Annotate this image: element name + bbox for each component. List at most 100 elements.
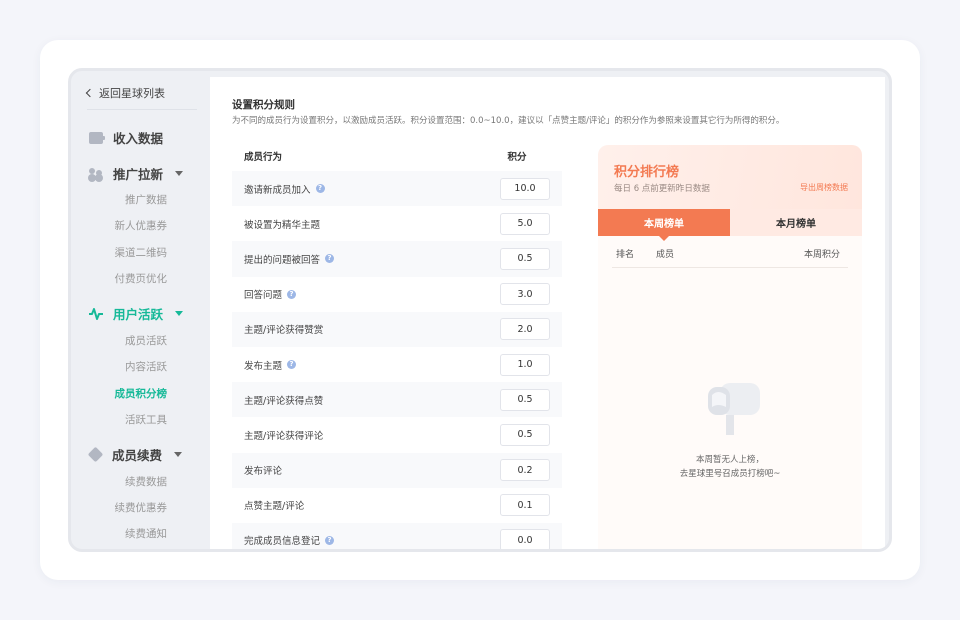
main-content: 设置积分规则 为不同的成员行为设置积分，以激励成员活跃。积分设置范围：0.0~1… [210, 77, 885, 549]
app-window: 返回星球列表 收入数据 推广拉新 推广数据 新人优惠券 渠道二维码 付费页优化 … [68, 68, 892, 552]
points-input[interactable] [500, 247, 550, 270]
sidebar-item-renewal-coupon[interactable]: 续费优惠券 [71, 500, 181, 515]
empty-state-line1: 本周暂无人上榜， [695, 455, 764, 465]
sidebar-group-renewal[interactable]: 成员续费 [87, 445, 183, 464]
rule-row: 完成成员信息登记? [232, 522, 562, 549]
empty-mailbox-icon [708, 383, 760, 435]
tab-weekly[interactable]: 本周榜单 [598, 209, 730, 241]
leaderboard-tabs: 本周榜单 本月榜单 [598, 209, 862, 241]
points-input[interactable] [500, 494, 550, 517]
sidebar-group-user-activity[interactable]: 用户活跃 [89, 304, 184, 323]
points-input[interactable] [500, 423, 550, 446]
sidebar-divider [87, 109, 197, 110]
sidebar-item-new-member-coupon[interactable]: 新人优惠券 [71, 218, 181, 233]
leaderboard-header: 积分排行榜 每日 6 点前更新昨日数据 导出周榜数据 [598, 145, 862, 209]
col-member: 成员 [656, 250, 675, 260]
caret-down-icon [174, 452, 183, 457]
rule-label: 完成成员信息登记? [232, 533, 500, 547]
rule-label-text: 主题/评论获得赞赏 [244, 325, 324, 337]
caret-down-icon [175, 311, 184, 316]
points-input[interactable] [500, 529, 550, 549]
rules-table: 成员行为 积分 邀请新成员加入?被设置为精华主题提出的问题被回答?回答问题?主题… [232, 141, 562, 549]
sidebar-item-paywall-optimize[interactable]: 付费页优化 [71, 271, 181, 286]
rule-row: 回答问题? [232, 277, 562, 312]
leaderboard-columns: 排名 成员 本周积分 [612, 236, 848, 268]
rule-label-text: 主题/评论获得评论 [244, 430, 324, 442]
col-header-points: 积分 [507, 152, 527, 163]
rule-row: 邀请新成员加入? [232, 171, 562, 207]
sidebar: 返回星球列表 收入数据 推广拉新 推广数据 新人优惠券 渠道二维码 付费页优化 … [71, 71, 211, 549]
rule-row: 主题/评论获得赞赏 [232, 311, 562, 347]
help-icon[interactable]: ? [325, 254, 335, 264]
points-input[interactable] [500, 353, 550, 376]
help-icon[interactable]: ? [287, 289, 297, 299]
sidebar-item-member-activity[interactable]: 成员活跃 [71, 333, 181, 348]
sidebar-item-promotion-data[interactable]: 推广数据 [71, 192, 181, 207]
points-input[interactable] [500, 283, 550, 306]
rule-row: 发布评论 [232, 452, 562, 488]
rule-row: 主题/评论获得评论 [232, 417, 562, 452]
rule-row: 点赞主题/评论 [232, 488, 562, 523]
rule-label-text: 主题/评论获得点赞 [244, 395, 324, 407]
help-icon[interactable]: ? [287, 360, 297, 370]
wallet-icon [89, 131, 105, 144]
rule-label: 发布评论 [232, 463, 500, 477]
rule-label-text: 邀请新成员加入 [244, 184, 311, 196]
rules-table-header: 成员行为 积分 [232, 141, 562, 171]
diamond-icon [87, 446, 104, 463]
sidebar-item-content-activity[interactable]: 内容活跃 [71, 359, 181, 374]
sidebar-item-renewal-notice[interactable]: 续费通知 [71, 526, 181, 541]
pulse-icon [89, 307, 103, 320]
sidebar-item-member-points-board[interactable]: 成员积分榜 [71, 386, 181, 401]
empty-state-line2: 去星球里号召成员打榜吧~ [679, 469, 781, 479]
rule-row: 被设置为精华主题 [232, 206, 562, 241]
rules-title: 设置积分规则 [232, 99, 295, 111]
sidebar-group-promotion[interactable]: 推广拉新 [89, 164, 184, 183]
rule-label-text: 提出的问题被回答 [244, 254, 321, 266]
rule-label: 主题/评论获得赞赏 [232, 322, 500, 336]
sidebar-group-label: 收入数据 [113, 131, 164, 146]
rule-label-text: 点赞主题/评论 [244, 501, 305, 513]
caret-down-icon [175, 171, 184, 176]
back-link-label: 返回星球列表 [99, 87, 165, 100]
leaderboard-title: 积分排行榜 [614, 165, 680, 180]
rule-label: 邀请新成员加入? [232, 182, 500, 196]
help-icon[interactable]: ? [315, 184, 325, 194]
sidebar-item-channel-qrcode[interactable]: 渠道二维码 [71, 245, 181, 260]
leaderboard-panel: 积分排行榜 每日 6 点前更新昨日数据 导出周榜数据 本周榜单 本月榜单 排名 … [598, 145, 862, 549]
rule-label: 点赞主题/评论 [232, 498, 500, 512]
rules-table-body: 邀请新成员加入?被设置为精华主题提出的问题被回答?回答问题?主题/评论获得赞赏发… [232, 171, 562, 549]
sidebar-group-label: 推广拉新 [113, 167, 164, 182]
help-icon[interactable]: ? [325, 535, 335, 545]
rule-label: 回答问题? [232, 287, 500, 301]
points-input[interactable] [500, 177, 550, 200]
sidebar-item-activity-tools[interactable]: 活跃工具 [71, 412, 181, 427]
leaderboard-update-note: 每日 6 点前更新昨日数据 [614, 184, 710, 194]
rule-label-text: 被设置为精华主题 [244, 219, 321, 231]
points-input[interactable] [500, 318, 550, 341]
rule-label-text: 发布评论 [244, 466, 283, 478]
sidebar-group-income[interactable]: 收入数据 [89, 128, 163, 147]
rule-label-text: 发布主题 [244, 360, 283, 372]
rules-description: 为不同的成员行为设置积分，以激励成员活跃。积分设置范围：0.0~10.0，建议以… [232, 116, 785, 126]
rule-label: 主题/评论获得点赞 [232, 393, 500, 407]
rule-label: 提出的问题被回答? [232, 252, 500, 266]
rule-row: 主题/评论获得点赞 [232, 382, 562, 418]
rule-label-text: 回答问题 [244, 290, 283, 302]
tab-monthly[interactable]: 本月榜单 [730, 209, 862, 236]
export-weekly-data-link[interactable]: 导出周榜数据 [800, 182, 848, 193]
points-input[interactable] [500, 459, 550, 482]
users-icon [89, 167, 103, 180]
rule-label: 主题/评论获得评论 [232, 428, 500, 442]
rule-label: 被设置为精华主题 [232, 217, 500, 231]
points-input[interactable] [500, 388, 550, 411]
col-weekly-points: 本周积分 [803, 250, 840, 260]
back-to-list-link[interactable]: 返回星球列表 [85, 85, 165, 101]
rule-label: 发布主题? [232, 358, 500, 372]
points-input[interactable] [500, 212, 550, 235]
sidebar-group-label: 用户活跃 [113, 307, 164, 322]
rule-label-text: 完成成员信息登记 [244, 536, 321, 548]
col-header-action: 成员行为 [244, 152, 283, 163]
sidebar-item-renewal-data[interactable]: 续费数据 [71, 474, 181, 489]
rule-row: 提出的问题被回答? [232, 241, 562, 277]
